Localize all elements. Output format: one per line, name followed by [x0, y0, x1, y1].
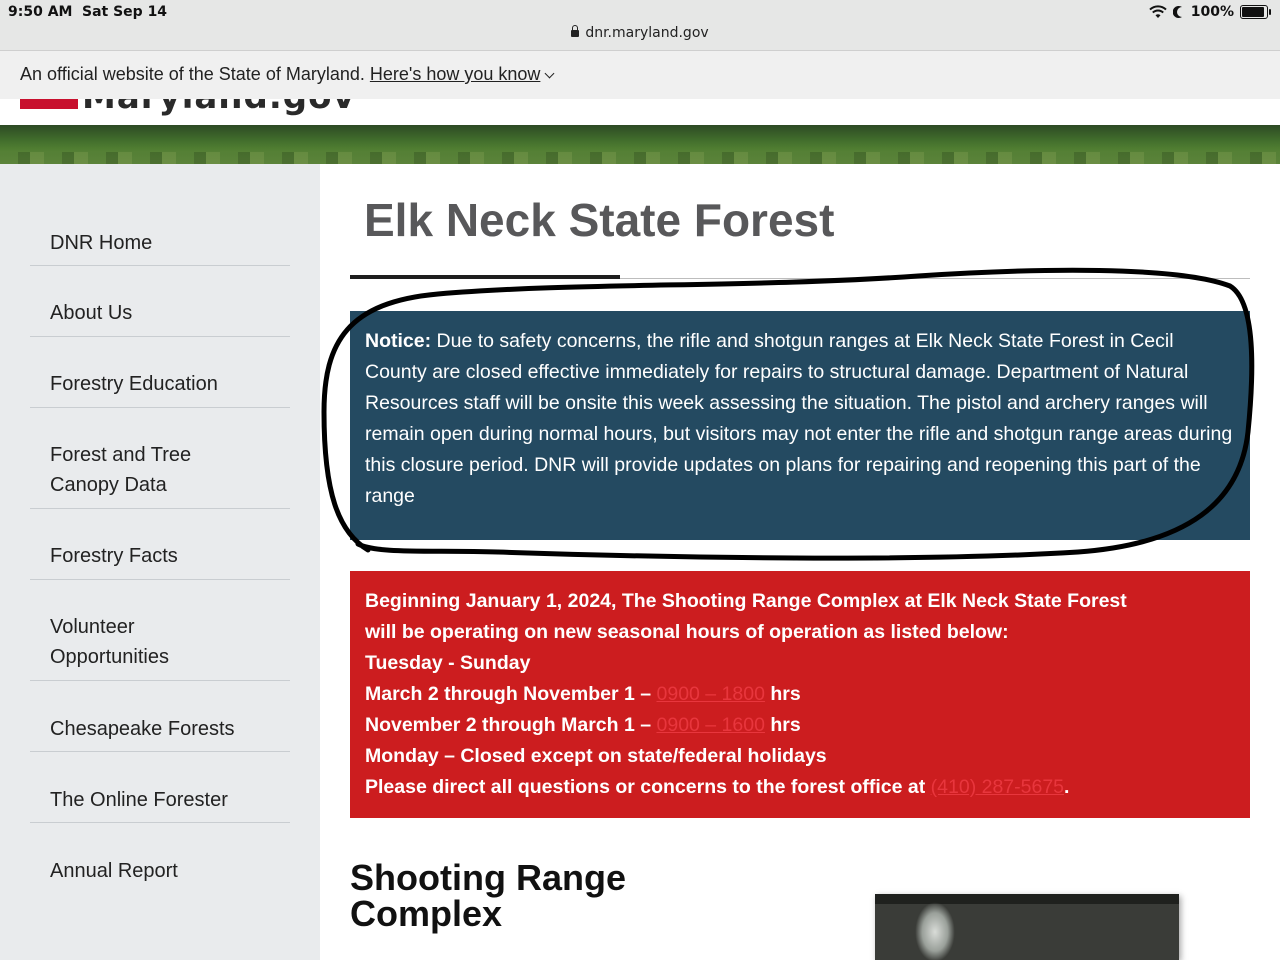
page-title: Elk Neck State Forest: [364, 194, 835, 246]
sidebar-item-label: Annual Report: [50, 860, 178, 882]
sidebar-item-label: The Online Forester: [50, 789, 228, 811]
site-logo-text[interactable]: Maryland.gov: [82, 99, 356, 117]
hours-season-2: November 2 through March 1 – 0900 – 1600…: [365, 710, 1238, 741]
browser-status-bar: 9:50 AM Sat Sep 14 100% dnr.maryland.gov: [0, 0, 1280, 51]
sidebar-item-the-online-forester[interactable]: The Online Forester: [30, 751, 290, 823]
hours-intro-1: Beginning January 1, 2024, The Shooting …: [365, 590, 1127, 612]
section-title: Shooting Range Complex: [350, 860, 626, 932]
contact-period: .: [1064, 776, 1070, 798]
sidebar-item-annual-report[interactable]: Annual Report: [30, 822, 290, 893]
sidebar-item-chesapeake-forests[interactable]: Chesapeake Forests: [30, 680, 290, 752]
moon-icon: [1172, 6, 1182, 18]
battery-percent: 100%: [1190, 4, 1234, 20]
notice-text: Due to safety concerns, the rifle and sh…: [365, 330, 1233, 507]
lock-icon: [571, 25, 580, 37]
official-site-banner: An official website of the State of Mary…: [0, 51, 1280, 99]
season-2-hrs: hrs: [770, 714, 801, 736]
hours-days: Tuesday - Sunday: [365, 652, 531, 674]
sidebar-item-label: Forestry Facts: [50, 545, 178, 567]
section-title-line-2: Complex: [350, 893, 503, 934]
hero-forest-image: [0, 125, 1280, 164]
chevron-down-icon[interactable]: [544, 68, 555, 79]
sidebar-item-forestry-facts[interactable]: Forestry Facts: [30, 508, 290, 580]
hours-contact: Please direct all questions or concerns …: [365, 772, 1238, 803]
season-1-hours-link[interactable]: 0900 – 1800: [657, 683, 765, 705]
season-1-hrs: hrs: [770, 683, 801, 705]
sidebar-item-label: About Us: [50, 302, 133, 324]
official-banner-content: An official website of the State of Mary…: [20, 64, 555, 85]
hours-intro-2: will be operating on new seasonal hours …: [365, 621, 1009, 643]
seasonal-hours-notice: Beginning January 1, 2024, The Shooting …: [350, 571, 1250, 818]
section-title-line-1: Shooting Range: [350, 857, 626, 898]
sidebar-item-label: Chesapeake Forests: [50, 718, 235, 740]
battery-fill: [1242, 7, 1264, 17]
phone-link[interactable]: (410) 287-5675: [931, 776, 1064, 798]
hours-monday: Monday – Closed except on state/federal …: [365, 745, 827, 767]
shooting-range-photo: [875, 894, 1179, 960]
sidebar-item-forestry-education[interactable]: Forestry Education: [30, 336, 290, 408]
season-2-hours-link[interactable]: 0900 – 1600: [657, 714, 765, 736]
sidebar-nav: DNR Home About Us Forestry Education Forest…: [0, 164, 320, 960]
sidebar-item-label: Volunteer Opportunities: [50, 616, 169, 668]
url-text: dnr.maryland.gov: [585, 25, 709, 41]
address-bar[interactable]: dnr.maryland.gov: [0, 25, 1280, 41]
official-banner-text: An official website of the State of Mary…: [20, 64, 365, 84]
status-right-group: 100%: [1149, 4, 1271, 20]
status-date: Sat Sep 14: [82, 4, 168, 20]
season-2-label: November 2 through March 1 –: [365, 714, 652, 736]
season-1-label: March 2 through November 1 –: [365, 683, 652, 705]
maryland-flag-logo[interactable]: [20, 99, 78, 109]
hours-season-1: March 2 through November 1 – 0900 – 1800…: [365, 679, 1238, 710]
sidebar-item-label: Forest and Tree Canopy Data: [50, 444, 192, 496]
status-time: 9:50 AM: [8, 4, 73, 20]
sidebar-item-dnr-home[interactable]: DNR Home: [30, 164, 290, 266]
sidebar-item-label: Forestry Education: [50, 373, 218, 395]
title-divider-accent: [350, 275, 620, 279]
sidebar-item-about-us[interactable]: About Us: [30, 265, 290, 337]
sidebar-item-forest-and-tree-canopy-data[interactable]: Forest and Tree Canopy Data: [30, 407, 290, 509]
notice-label: Notice:: [365, 330, 432, 352]
wifi-icon: [1149, 5, 1167, 18]
closure-notice: Notice: Due to safety concerns, the rifl…: [350, 311, 1250, 540]
battery-icon: [1240, 5, 1271, 19]
contact-text: Please direct all questions or concerns …: [365, 776, 926, 798]
sidebar-item-volunteer-opportunities[interactable]: Volunteer Opportunities: [30, 579, 290, 681]
heres-how-you-know-link[interactable]: Here's how you know: [370, 64, 541, 84]
sidebar-item-label: DNR Home: [50, 232, 153, 254]
site-header: Maryland.gov: [0, 99, 1280, 125]
